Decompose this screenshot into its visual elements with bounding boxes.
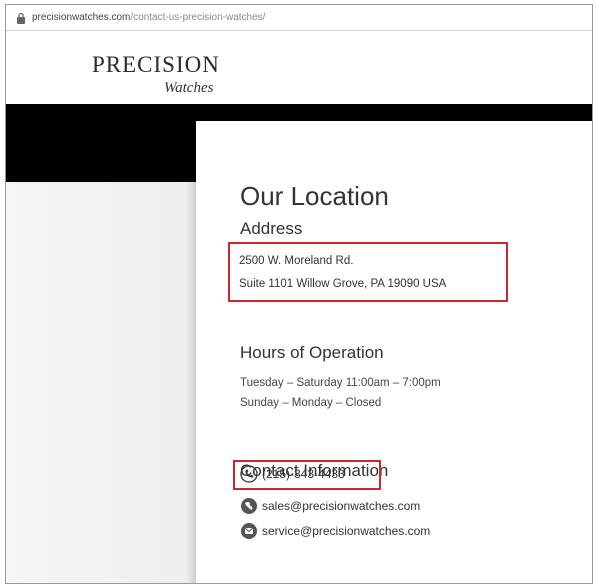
- service-email-row[interactable]: service@precisionwatches.com: [240, 522, 430, 540]
- logo-subtitle: Watches: [164, 80, 214, 96]
- sales-email-row[interactable]: sales@precisionwatches.com: [240, 497, 420, 515]
- browser-window: precisionwatches.com /contact-us-precisi…: [5, 4, 593, 584]
- address-heading: Address: [240, 219, 303, 238]
- address-line-1: 2500 W. Moreland Rd.: [239, 255, 354, 267]
- page-title: Our Location: [240, 181, 389, 211]
- logo-wordmark[interactable]: PRECISION: [92, 52, 220, 78]
- sales-email[interactable]: sales@precisionwatches.com: [262, 499, 420, 513]
- phone-icon: [240, 465, 258, 483]
- envelope-icon: [241, 523, 257, 539]
- lock-icon: [17, 12, 25, 24]
- service-email[interactable]: service@precisionwatches.com: [262, 524, 430, 538]
- site-header: PRECISION Watches: [6, 32, 592, 104]
- hours-line-2: Sunday – Monday – Closed: [240, 397, 382, 409]
- location-card: Our Location Address 2500 W. Moreland Rd…: [196, 121, 592, 583]
- phone-number[interactable]: (215)-343-4433: [262, 467, 345, 481]
- hours-line-1: Tuesday – Saturday 11:00am – 7:00pm: [240, 377, 441, 389]
- address-highlight-box: [228, 242, 508, 302]
- url-path: /contact-us-precision-watches/: [130, 12, 266, 23]
- side-panel: [6, 182, 196, 583]
- phone-row[interactable]: (215)-343-4433: [240, 465, 345, 483]
- url-host: precisionwatches.com: [32, 12, 131, 23]
- globe-icon: [241, 498, 257, 514]
- hours-heading: Hours of Operation: [240, 343, 384, 362]
- address-bar[interactable]: precisionwatches.com /contact-us-precisi…: [6, 5, 592, 31]
- address-line-2: Suite 1101 Willow Grove, PA 19090 USA: [239, 278, 447, 290]
